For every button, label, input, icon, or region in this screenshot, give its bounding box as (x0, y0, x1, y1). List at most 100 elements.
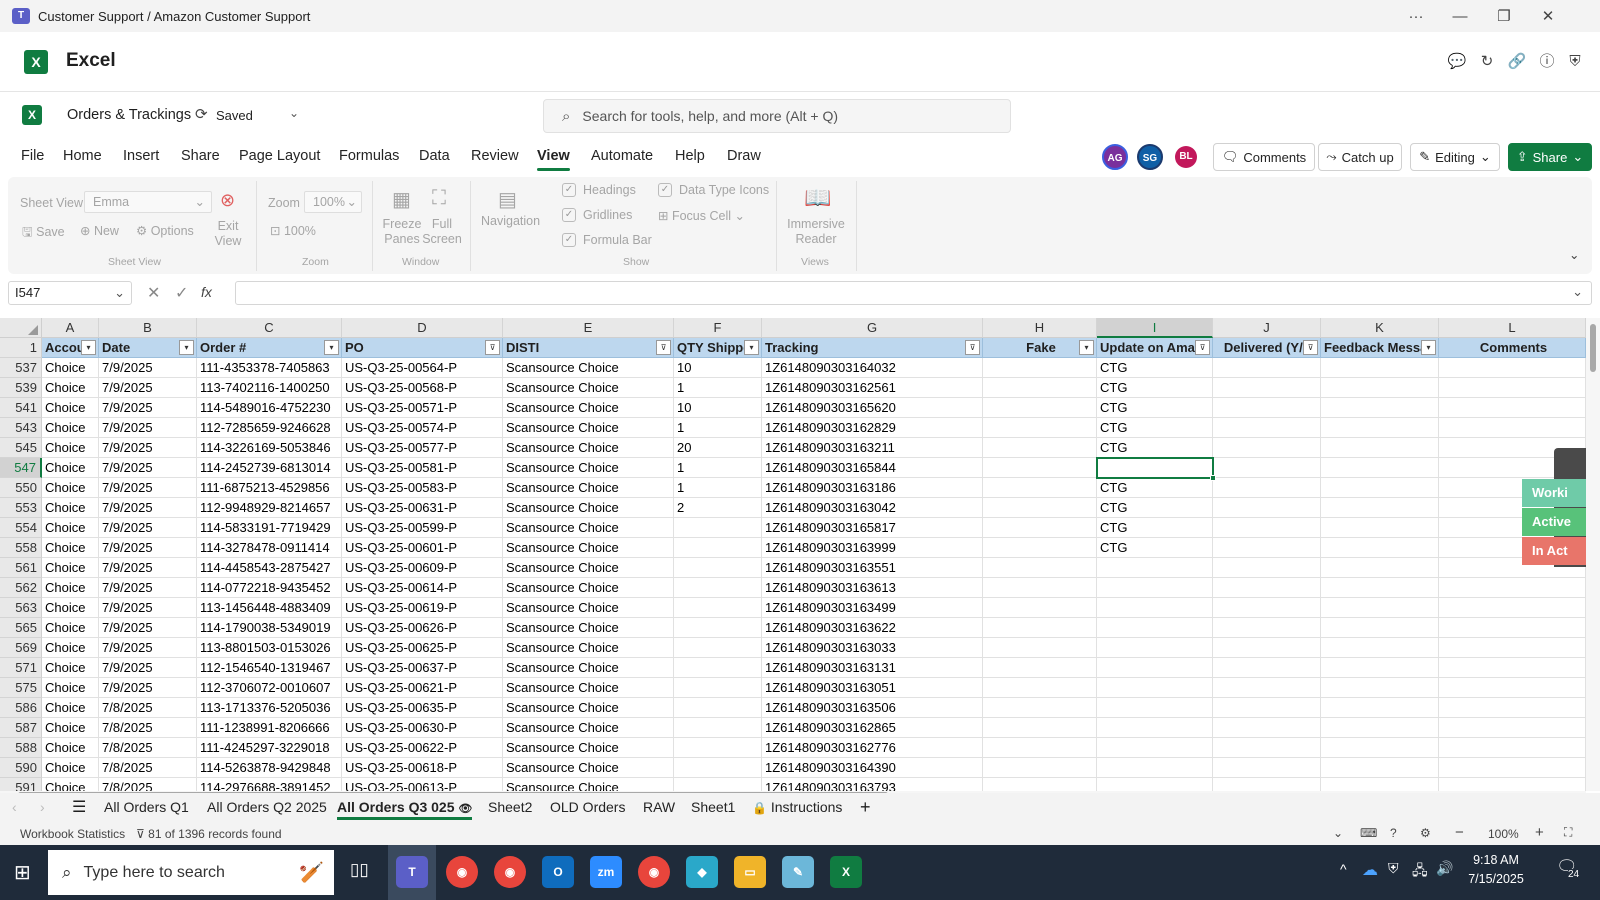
cell-fake[interactable] (983, 618, 1097, 638)
cell-date[interactable]: 7/9/2025 (99, 498, 197, 518)
cell-update-on-amazon[interactable]: CTG (1097, 418, 1213, 438)
cell-date[interactable]: 7/9/2025 (99, 598, 197, 618)
cell-feedback-message[interactable] (1321, 398, 1439, 418)
cell-fake[interactable] (983, 378, 1097, 398)
cell-tracking[interactable]: 1Z6148090303163131 (762, 658, 983, 678)
cell-order[interactable]: 112-3706072-0010607 (197, 678, 342, 698)
cell-fake[interactable] (983, 698, 1097, 718)
tab-raw[interactable]: RAW (643, 799, 675, 815)
cell-qty-shipped[interactable]: 1 (674, 378, 762, 398)
cell-feedback-message[interactable] (1321, 618, 1439, 638)
tab-scroll-left-icon[interactable]: ‹ (12, 799, 17, 815)
menu-share[interactable]: Share (181, 148, 220, 164)
comments-button[interactable]: 🗨 Comments (1213, 143, 1315, 171)
editing-mode-button[interactable]: ✎ Editing ⌄ (1410, 143, 1500, 171)
cell-tracking[interactable]: 1Z6148090303163211 (762, 438, 983, 458)
tab-all-orders-q3-025[interactable]: All Orders Q3 025 👁 (337, 799, 473, 820)
row-header[interactable]: 588 (0, 738, 42, 758)
cell-disti[interactable]: Scansource Choice (503, 358, 674, 378)
cell-account[interactable]: Choice (42, 738, 99, 758)
menu-insert[interactable]: Insert (123, 148, 159, 164)
cell-date[interactable]: 7/9/2025 (99, 578, 197, 598)
zoom-100-button[interactable]: ⊡ 100% (270, 223, 316, 238)
exit-view-button[interactable]: Exit View (211, 219, 245, 249)
chrome-alt-icon[interactable]: ◉ (638, 856, 670, 888)
cell-po[interactable]: US-Q3-25-00619-P (342, 598, 503, 618)
cell-feedback-message[interactable] (1321, 638, 1439, 658)
cell-update-on-amazon[interactable]: CTG (1097, 358, 1213, 378)
app-diamond-icon[interactable]: ◆ (686, 856, 718, 888)
cell-comments[interactable] (1439, 578, 1586, 598)
cell-fake[interactable] (983, 778, 1097, 791)
tab-all-orders-q1[interactable]: All Orders Q1 (104, 799, 189, 815)
cell-order[interactable]: 112-1546540-1319467 (197, 658, 342, 678)
cell-qty-shipped[interactable] (674, 678, 762, 698)
cell-comments[interactable] (1439, 598, 1586, 618)
view-options-button[interactable]: ⚙ Options (136, 223, 194, 238)
data-type-icons-checkbox[interactable]: ✓ (658, 183, 672, 197)
tray-chevron-up-icon[interactable]: ^ (1340, 861, 1347, 877)
column-header-e[interactable]: E (503, 318, 674, 338)
cell-fake[interactable] (983, 518, 1097, 538)
full-screen-button[interactable]: Full Screen (422, 217, 462, 247)
cell-disti[interactable]: Scansource Choice (503, 518, 674, 538)
cell-order[interactable]: 114-3226169-5053846 (197, 438, 342, 458)
cell-disti[interactable]: Scansource Choice (503, 618, 674, 638)
cell-date[interactable]: 7/8/2025 (99, 758, 197, 778)
cell-order[interactable]: 114-1790038-5349019 (197, 618, 342, 638)
cell-date[interactable]: 7/9/2025 (99, 558, 197, 578)
cell-update-on-amazon[interactable] (1097, 778, 1213, 791)
menu-automate[interactable]: Automate (591, 148, 653, 164)
save-view-button[interactable]: 🖫 Save (22, 223, 65, 244)
cell-fake[interactable] (983, 538, 1097, 558)
cell-update-on-amazon[interactable]: CTG (1097, 478, 1213, 498)
display-settings-icon[interactable]: ⚙ (1420, 826, 1431, 840)
cell-disti[interactable]: Scansource Choice (503, 378, 674, 398)
cell-qty-shipped[interactable]: 10 (674, 358, 762, 378)
cell-comments[interactable] (1439, 658, 1586, 678)
cell-date[interactable]: 7/9/2025 (99, 418, 197, 438)
navigation-button[interactable]: Navigation (481, 214, 540, 228)
column-header-h[interactable]: H (983, 318, 1097, 338)
cell-tracking[interactable]: 1Z6148090303163051 (762, 678, 983, 698)
cell-fake[interactable] (983, 718, 1097, 738)
row-header[interactable]: 543 (0, 418, 42, 438)
cell-account[interactable]: Choice (42, 418, 99, 438)
cell-order[interactable]: 111-1238991-8206666 (197, 718, 342, 738)
teams-taskbar-icon[interactable]: T (396, 856, 428, 888)
cell-tracking[interactable]: 1Z6148090303163793 (762, 778, 983, 791)
cell-tracking[interactable]: 1Z6148090303163551 (762, 558, 983, 578)
tab-all-orders-q2-2025[interactable]: All Orders Q2 2025 (207, 799, 327, 815)
chrome-profile-icon[interactable]: ◉ (494, 856, 526, 888)
filter-dropdown-icon[interactable]: ▾ (1421, 340, 1436, 355)
cell-feedback-message[interactable] (1321, 478, 1439, 498)
cell-account[interactable]: Choice (42, 638, 99, 658)
column-header-g[interactable]: G (762, 318, 983, 338)
fill-handle[interactable] (1210, 475, 1216, 481)
cell-account[interactable]: Choice (42, 398, 99, 418)
cell-disti[interactable]: Scansource Choice (503, 598, 674, 618)
avatar-bl[interactable]: BL (1175, 146, 1197, 168)
notepad-icon[interactable]: ✎ (782, 856, 814, 888)
table-header-tracking[interactable]: Tracking (762, 338, 983, 358)
cell-update-on-amazon[interactable] (1097, 718, 1213, 738)
cell-delivered[interactable] (1213, 438, 1321, 458)
cell-feedback-message[interactable] (1321, 738, 1439, 758)
freeze-panes-button[interactable]: Freeze Panes (380, 217, 424, 247)
info-icon[interactable]: ⓘ (1537, 52, 1557, 72)
cell-qty-shipped[interactable] (674, 738, 762, 758)
cell-order[interactable]: 114-5489016-4752230 (197, 398, 342, 418)
row-header[interactable]: 571 (0, 658, 42, 678)
volume-icon[interactable]: 🔊 (1436, 860, 1453, 877)
workbook-statistics[interactable]: Workbook Statistics (20, 827, 125, 841)
table-header-disti[interactable]: DISTI (503, 338, 674, 358)
column-header-l[interactable]: L (1439, 318, 1586, 338)
row-header[interactable]: 541 (0, 398, 42, 418)
cell-feedback-message[interactable] (1321, 458, 1439, 478)
filter-dropdown-icon[interactable]: ▾ (179, 340, 194, 355)
cell-po[interactable]: US-Q3-25-00571-P (342, 398, 503, 418)
cell-order[interactable]: 114-2976688-3891452 (197, 778, 342, 791)
help-icon[interactable]: ? (1390, 826, 1397, 840)
column-header-c[interactable]: C (197, 318, 342, 338)
cell-order[interactable]: 114-4458543-2875427 (197, 558, 342, 578)
